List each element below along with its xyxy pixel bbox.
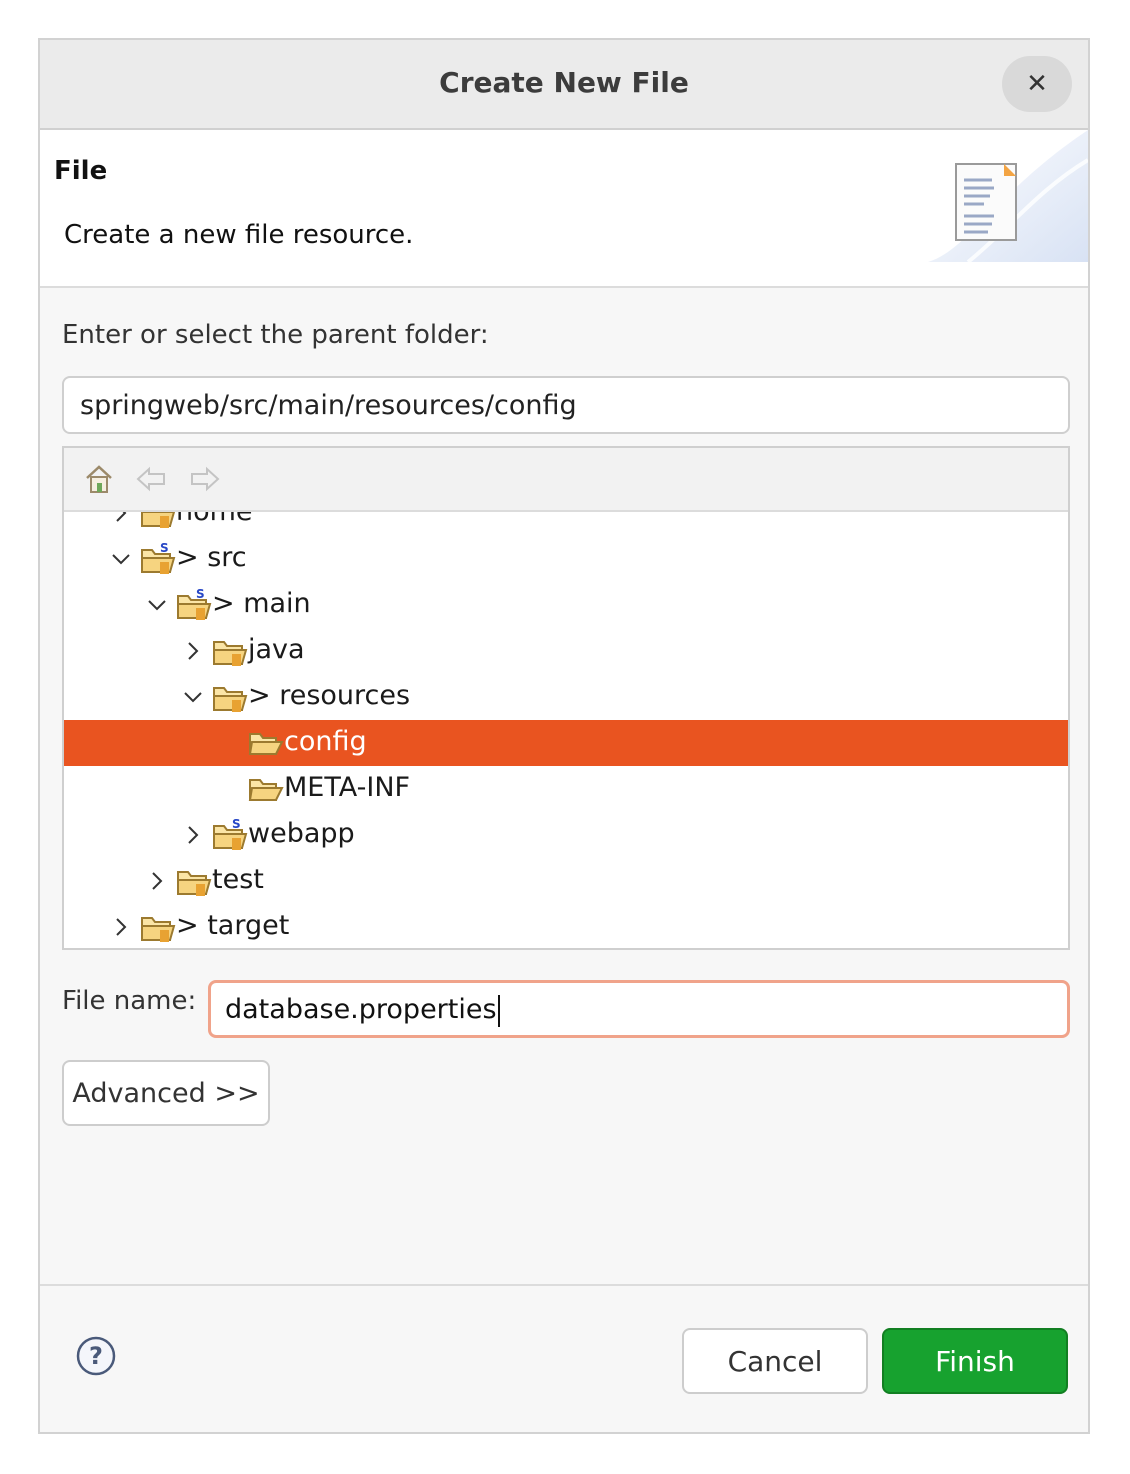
svg-text:S: S: [196, 588, 205, 601]
tree-item-label: > main: [212, 588, 311, 619]
tree-item-target[interactable]: > target: [64, 904, 1068, 948]
close-icon: ✕: [1026, 69, 1048, 99]
package-folder-icon: [213, 687, 248, 712]
tree-item-label: home: [176, 512, 253, 527]
file-name-label: File name:: [62, 986, 197, 1016]
chevron-down-icon[interactable]: [146, 594, 168, 616]
file-name-value: database.properties: [225, 994, 497, 1025]
tree-item-label: > target: [176, 910, 290, 941]
close-button[interactable]: ✕: [1002, 56, 1072, 112]
source-folder-icon: S: [213, 818, 248, 850]
tree-item-java[interactable]: java: [64, 628, 1068, 674]
wizard-banner: File Create a new file resource.: [40, 130, 1088, 288]
tree-item-src[interactable]: S > src: [64, 536, 1068, 582]
cancel-button[interactable]: Cancel: [682, 1328, 868, 1394]
dialog-title: Create New File: [439, 66, 689, 99]
tree-item-label: > resources: [248, 680, 411, 711]
tree-toolbar: [64, 448, 1068, 512]
svg-text:S: S: [160, 542, 169, 555]
folder-tree[interactable]: home S > src S > main java: [62, 446, 1070, 950]
parent-folder-input[interactable]: springweb/src/main/resources/config: [62, 376, 1070, 434]
banner-title: File: [54, 156, 108, 186]
source-folder-icon: S: [177, 588, 212, 620]
forward-arrow-icon[interactable]: [188, 462, 222, 496]
chevron-right-icon[interactable]: [146, 870, 168, 892]
help-icon[interactable]: ?: [76, 1336, 116, 1376]
tree-item-resources[interactable]: > resources: [64, 674, 1068, 720]
chevron-down-icon[interactable]: [182, 686, 204, 708]
tree-item-label: test: [212, 864, 264, 895]
package-folder-icon: [213, 641, 248, 666]
file-name-input[interactable]: database.properties: [208, 980, 1070, 1038]
tree-item-label: webapp: [248, 818, 355, 849]
package-folder-icon: [141, 917, 176, 942]
svg-text:?: ?: [89, 1342, 103, 1370]
home-icon[interactable]: [82, 462, 116, 496]
package-folder-icon: [141, 512, 176, 528]
chevron-right-icon[interactable]: [110, 916, 132, 938]
create-new-file-dialog: Create New File ✕ File Create a new file…: [38, 38, 1090, 1434]
banner-description: Create a new file resource.: [64, 220, 414, 250]
tree-item-label: > src: [176, 542, 247, 573]
finish-button[interactable]: Finish: [882, 1328, 1068, 1394]
tree-item-home[interactable]: home: [64, 512, 1068, 536]
advanced-button[interactable]: Advanced >>: [62, 1060, 270, 1126]
source-folder-icon: S: [141, 542, 176, 574]
tree-item-label: java: [248, 634, 305, 665]
chevron-right-icon[interactable]: [110, 512, 132, 524]
tree-item-config[interactable]: config: [64, 720, 1068, 766]
chevron-right-icon[interactable]: [182, 640, 204, 662]
tree-item-label: META-INF: [284, 772, 411, 803]
package-folder-icon: [177, 871, 212, 896]
tree-item-main[interactable]: S > main: [64, 582, 1068, 628]
svg-text:S: S: [232, 818, 241, 831]
text-cursor: [497, 994, 500, 1027]
open-folder-icon: [248, 779, 284, 801]
tree-item-test[interactable]: test: [64, 858, 1068, 904]
chevron-down-icon[interactable]: [110, 548, 132, 570]
open-folder-icon: [248, 733, 284, 755]
parent-folder-label: Enter or select the parent folder:: [62, 320, 489, 350]
chevron-right-icon[interactable]: [182, 824, 204, 846]
tree-rows: home S > src S > main java: [64, 512, 1068, 948]
back-arrow-icon[interactable]: [134, 462, 168, 496]
tree-item-meta-inf[interactable]: META-INF: [64, 766, 1068, 812]
tree-item-label: config: [284, 726, 367, 757]
title-bar: Create New File ✕: [40, 40, 1088, 130]
tree-item-webapp[interactable]: S webapp: [64, 812, 1068, 858]
new-file-wizard-icon: [928, 130, 1088, 262]
footer-divider: [40, 1284, 1088, 1286]
